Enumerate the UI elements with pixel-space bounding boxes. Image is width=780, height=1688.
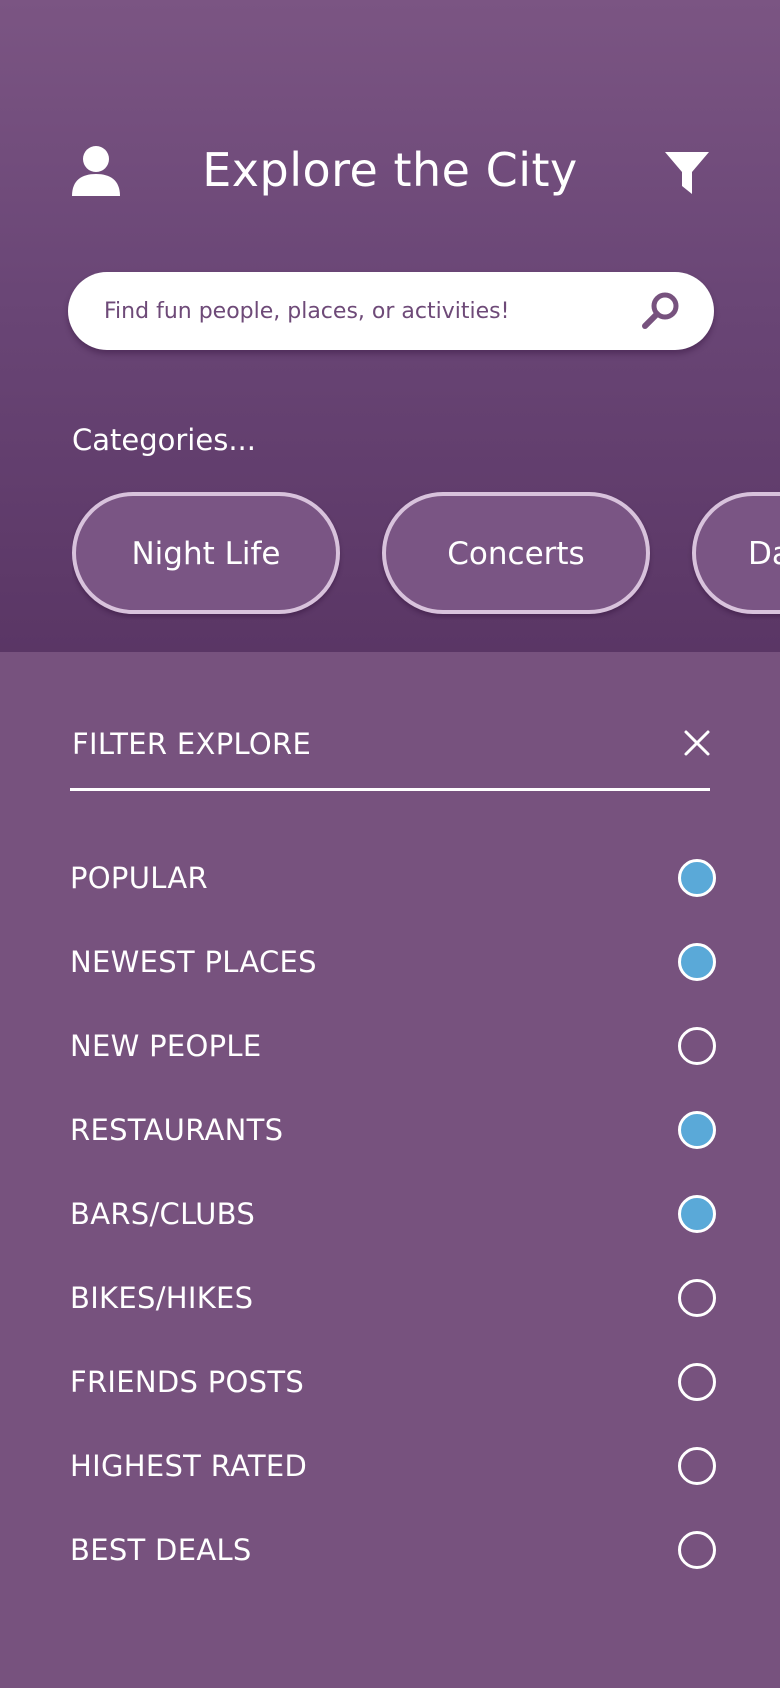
radio-button[interactable] [678,1363,716,1401]
filter-divider [70,788,710,791]
filter-title: FILTER EXPLORE [72,727,312,761]
filter-option-label: NEW PEOPLE [70,1029,262,1063]
filter-option-popular[interactable]: POPULAR [70,848,720,908]
filter-option-new-people[interactable]: NEW PEOPLE [70,1016,720,1076]
funnel-icon[interactable] [664,150,710,196]
category-pill-partial[interactable]: Da [692,492,780,614]
search-input[interactable] [104,272,624,350]
filter-option-label: FRIENDS POSTS [70,1365,305,1399]
filter-option-newest-places[interactable]: NEWEST PLACES [70,932,720,992]
radio-button[interactable] [678,1447,716,1485]
filter-option-restaurants[interactable]: RESTAURANTS [70,1100,720,1160]
filter-option-label: BIKES/HIKES [70,1281,254,1315]
radio-button[interactable] [678,943,716,981]
radio-button[interactable] [678,859,716,897]
filter-option-label: POPULAR [70,861,208,895]
categories-label: Categories... [72,423,256,457]
close-icon[interactable] [682,728,712,758]
explore-header: Explore the City Categories... Night Lif… [0,0,780,652]
filter-option-label: BEST DEALS [70,1533,252,1567]
user-icon[interactable] [70,144,122,196]
search-bar [68,272,714,350]
filter-option-bars-clubs[interactable]: BARS/CLUBS [70,1184,720,1244]
search-icon[interactable] [640,290,682,332]
filter-option-label: BARS/CLUBS [70,1197,256,1231]
filter-option-bikes-hikes[interactable]: BIKES/HIKES [70,1268,720,1328]
page-title: Explore the City [202,143,578,197]
filter-option-label: NEWEST PLACES [70,945,317,979]
filter-panel: FILTER EXPLORE POPULAR NEWEST PLACES NEW… [0,652,780,1688]
radio-button[interactable] [678,1279,716,1317]
category-pill-night-life[interactable]: Night Life [72,492,340,614]
category-pill-concerts[interactable]: Concerts [382,492,650,614]
filter-option-best-deals[interactable]: BEST DEALS [70,1520,720,1580]
radio-button[interactable] [678,1111,716,1149]
radio-button[interactable] [678,1027,716,1065]
filter-option-label: HIGHEST RATED [70,1449,308,1483]
radio-button[interactable] [678,1195,716,1233]
category-carousel[interactable]: Night Life Concerts Da [72,492,780,620]
filter-option-friends-posts[interactable]: FRIENDS POSTS [70,1352,720,1412]
filter-option-highest-rated[interactable]: HIGHEST RATED [70,1436,720,1496]
filter-option-label: RESTAURANTS [70,1113,284,1147]
radio-button[interactable] [678,1531,716,1569]
